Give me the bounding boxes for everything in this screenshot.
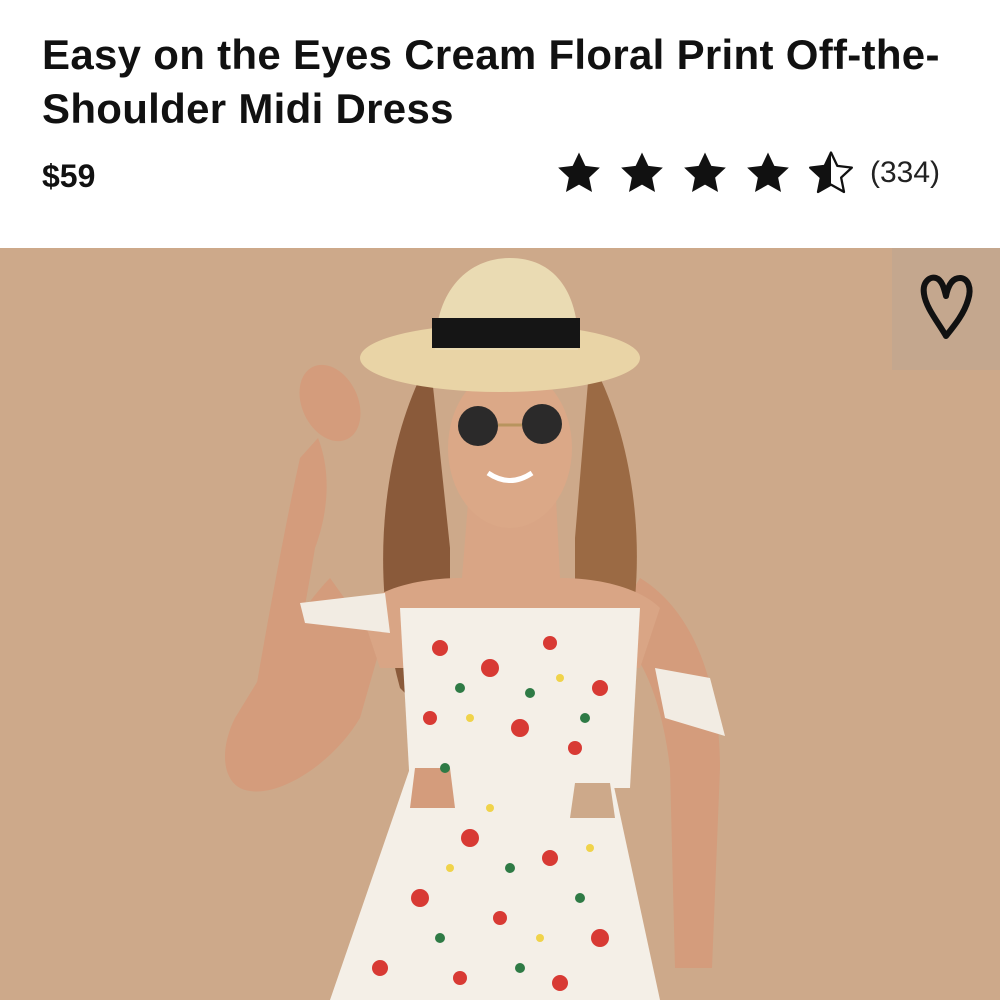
review-count[interactable]: (334) <box>870 153 940 193</box>
product-header: Easy on the Eyes Cream Floral Print Off-… <box>0 0 1000 248</box>
star-filled-icon <box>682 151 728 195</box>
heart-outline-icon <box>916 270 976 349</box>
product-image[interactable] <box>0 248 1000 1000</box>
star-filled-icon <box>619 151 665 195</box>
star-half-icon <box>808 151 854 195</box>
favorite-button[interactable] <box>892 248 1000 370</box>
rating-summary[interactable]: (334) <box>556 148 940 198</box>
product-price: $59 <box>42 158 96 194</box>
model-photo-illustration <box>0 248 1000 1000</box>
product-title: Easy on the Eyes Cream Floral Print Off-… <box>42 31 940 132</box>
star-rating <box>556 151 854 195</box>
star-filled-icon <box>745 151 791 195</box>
star-filled-icon <box>556 151 602 195</box>
